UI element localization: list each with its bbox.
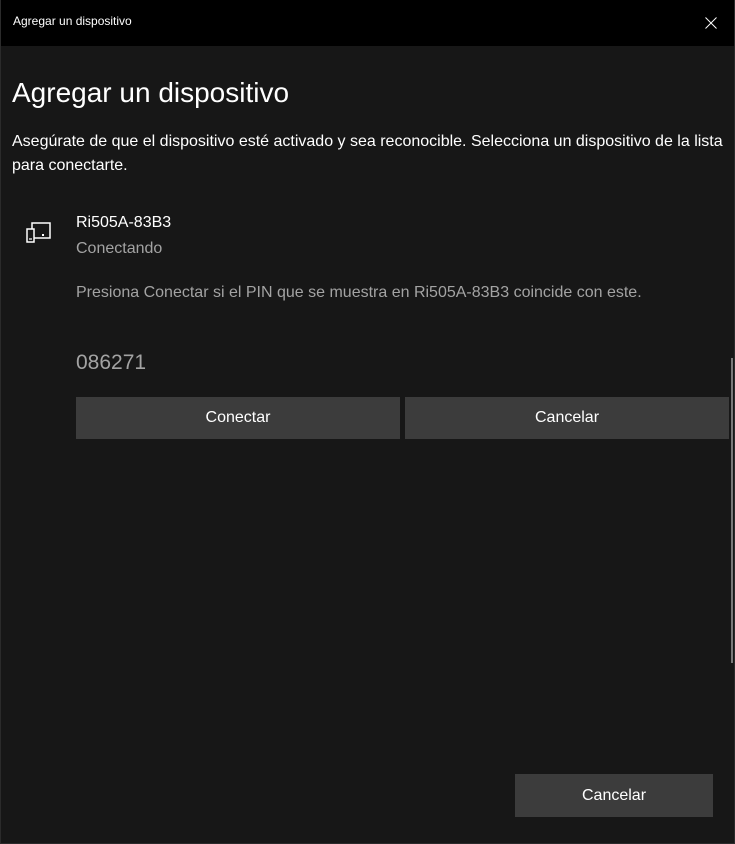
title-bar: Agregar un dispositivo xyxy=(1,0,734,46)
device-status: Conectando xyxy=(76,240,163,257)
device-name: Ri505A-83B3 xyxy=(76,214,172,231)
cancel-pairing-button[interactable]: Cancelar xyxy=(405,397,729,439)
pin-code: 086271 xyxy=(76,351,147,374)
close-icon xyxy=(705,17,717,29)
connect-button[interactable]: Conectar xyxy=(76,397,400,439)
pin-prompt-text: Presiona Conectar si el PIN que se muest… xyxy=(76,284,642,301)
window-title: Agregar un dispositivo xyxy=(13,14,132,28)
scrollbar[interactable] xyxy=(731,358,733,663)
display-device-icon xyxy=(25,220,51,249)
page-heading: Agregar un dispositivo xyxy=(12,77,290,108)
cancel-button[interactable]: Cancelar xyxy=(515,774,713,817)
close-button[interactable] xyxy=(688,0,734,46)
instructions-text: Asegúrate de que el dispositivo esté act… xyxy=(12,133,723,174)
add-device-window: Agregar un dispositivo Agregar un dispos… xyxy=(0,0,735,844)
